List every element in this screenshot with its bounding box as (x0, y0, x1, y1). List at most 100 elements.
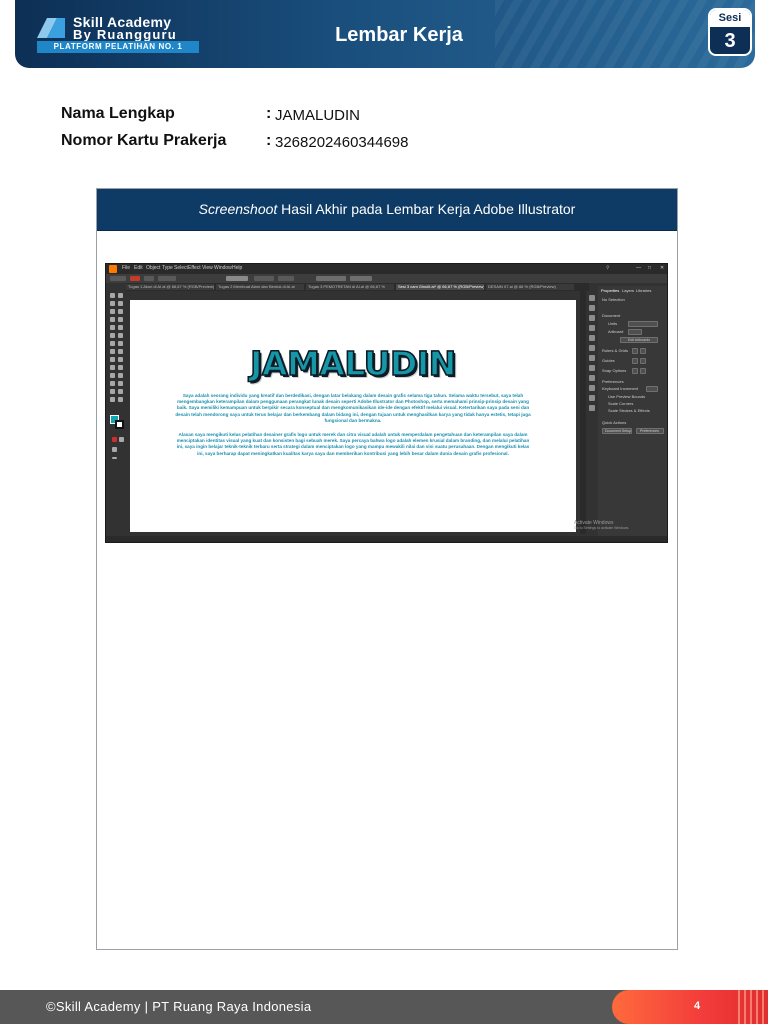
artboard-tool-icon[interactable] (110, 389, 115, 394)
close-icon[interactable]: ✕ (660, 265, 664, 271)
line-tool-icon[interactable] (118, 317, 123, 322)
control-item[interactable] (144, 276, 154, 281)
swatches-panel-icon[interactable] (589, 305, 595, 311)
checkbox-label[interactable]: Scale Corners (608, 401, 633, 406)
snap-point-icon[interactable] (632, 368, 638, 374)
fill-swatch-icon[interactable] (130, 276, 140, 281)
stroke-color-swatch[interactable] (115, 420, 124, 429)
libraries-tab[interactable]: Libraries (636, 288, 651, 294)
menu-item[interactable]: View (202, 265, 213, 271)
maximize-icon[interactable]: □ (648, 265, 651, 271)
transparency-panel-icon[interactable] (589, 355, 595, 361)
appearance-panel-icon[interactable] (589, 365, 595, 371)
brand-logo[interactable]: Skill Academy By Ruangguru PLATFORM PELA… (35, 12, 205, 56)
minimize-icon[interactable]: — (636, 265, 641, 271)
graph-tool-icon[interactable] (118, 381, 123, 386)
blend-tool-icon[interactable] (118, 373, 123, 378)
control-item[interactable] (158, 276, 176, 281)
checkbox-label[interactable]: Use Preview Bounds (608, 394, 645, 399)
rotate-tool-icon[interactable] (110, 341, 115, 346)
shaper-tool-icon[interactable] (110, 333, 115, 338)
document-tab[interactable]: Tugas 3 PEMOTRETAN di AI.ai @ 66,67 % (306, 284, 394, 290)
grid-icon[interactable] (640, 348, 646, 354)
paintbrush-tool-icon[interactable] (118, 325, 123, 330)
pen-tool-icon[interactable] (110, 309, 115, 314)
eraser-tool-icon[interactable] (118, 333, 123, 338)
none-color-icon[interactable] (112, 437, 117, 442)
page-number: 4 (694, 1000, 701, 1012)
symbols-panel-icon[interactable] (589, 325, 595, 331)
curvature-tool-icon[interactable] (118, 309, 123, 314)
mesh-tool-icon[interactable] (110, 365, 115, 370)
menu-item[interactable]: Help (232, 265, 242, 271)
draw-mode-icon[interactable] (119, 437, 124, 442)
brushes-panel-icon[interactable] (589, 315, 595, 321)
keyboard-increment-input[interactable] (646, 386, 658, 392)
toolbar (108, 291, 126, 541)
menu-item[interactable]: Select (174, 265, 188, 271)
free-transform-tool-icon[interactable] (118, 349, 123, 354)
stroke-panel-icon[interactable] (589, 335, 595, 341)
type-tool-icon[interactable] (110, 317, 115, 322)
direct-selection-tool-icon[interactable] (118, 293, 123, 298)
artwork-paragraph-2[interactable]: Alasan saya mengikuti kelas pelatihan de… (174, 432, 532, 457)
rectangle-tool-icon[interactable] (110, 325, 115, 330)
menu-item[interactable]: Type (162, 265, 173, 271)
info-label-card-number: Nomor Kartu Prakerja (61, 132, 227, 149)
snap-pixel-icon[interactable] (640, 368, 646, 374)
document-tab[interactable]: DESAIN 07.ai @ 66 % (RGB/Preview) (486, 284, 574, 290)
color-panel-icon[interactable] (589, 295, 595, 301)
shape-builder-tool-icon[interactable] (110, 357, 115, 362)
scale-tool-icon[interactable] (118, 341, 123, 346)
document-tab[interactable]: Tugas 1 Akun di AI.ai @ 66,67 % (RGB/Pre… (126, 284, 214, 290)
slice-tool-icon[interactable] (118, 389, 123, 394)
menu-item[interactable]: Object (146, 265, 160, 271)
smart-guides-icon[interactable] (640, 358, 646, 364)
search-icon[interactable]: ⚲ (606, 265, 610, 271)
symbol-sprayer-tool-icon[interactable] (110, 381, 115, 386)
properties-tab[interactable]: Properties (601, 288, 619, 294)
lasso-tool-icon[interactable] (118, 301, 123, 306)
zoom-tool-icon[interactable] (118, 397, 123, 402)
layers-tab[interactable]: Layers (622, 288, 634, 294)
document-setup-button[interactable] (316, 276, 346, 281)
width-tool-icon[interactable] (110, 349, 115, 354)
panel-label: Snap Options (602, 368, 627, 373)
guides-icon[interactable] (632, 358, 638, 364)
eyedropper-tool-icon[interactable] (110, 373, 115, 378)
libraries-panel-icon[interactable] (589, 405, 595, 411)
preferences-button[interactable] (350, 276, 372, 281)
menu-item[interactable]: Edit (134, 265, 143, 271)
perspective-grid-tool-icon[interactable] (118, 357, 123, 362)
artboards-panel-icon[interactable] (589, 395, 595, 401)
menu-item[interactable]: Effect (188, 265, 201, 271)
document-tab-active[interactable]: Sesi 3 cam Ginulit.ai* @ 66,67 % (RGB/Pr… (396, 284, 484, 290)
session-label: Sesi (710, 10, 750, 27)
layers-panel-icon[interactable] (589, 385, 595, 391)
screen-mode-icon[interactable] (112, 447, 117, 452)
magic-wand-tool-icon[interactable] (110, 301, 115, 306)
more-tools-icon[interactable] (112, 457, 117, 459)
hand-tool-icon[interactable] (110, 397, 115, 402)
gradient-tool-icon[interactable] (118, 365, 123, 370)
control-item[interactable] (278, 276, 294, 281)
control-item[interactable] (110, 276, 126, 281)
panel-label: Document (602, 313, 621, 318)
document-tab[interactable]: Tugas 2 Membuat Alam dan Bentuk di AI.ai (216, 284, 304, 290)
menu-item[interactable]: Window (214, 265, 232, 271)
session-badge: Sesi 3 (708, 8, 752, 56)
control-item[interactable] (254, 276, 274, 281)
graphic-styles-panel-icon[interactable] (589, 375, 595, 381)
rulers-icon[interactable] (632, 348, 638, 354)
gradient-panel-icon[interactable] (589, 345, 595, 351)
selection-tool-icon[interactable] (110, 293, 115, 298)
control-item[interactable] (226, 276, 248, 281)
artboard-select[interactable] (628, 329, 642, 335)
artwork-paragraph-1[interactable]: Saya adalah seorang individu yang kreati… (174, 393, 532, 424)
vertical-scrollbar[interactable] (580, 291, 586, 534)
artwork-title[interactable]: JAMALUDIN (130, 343, 576, 384)
menu-item[interactable]: File (122, 265, 130, 271)
artboard[interactable]: JAMALUDIN Saya adalah seorang individu y… (130, 300, 576, 532)
checkbox-label[interactable]: Scale Strokes & Effects (608, 408, 650, 413)
units-select[interactable] (628, 321, 658, 327)
